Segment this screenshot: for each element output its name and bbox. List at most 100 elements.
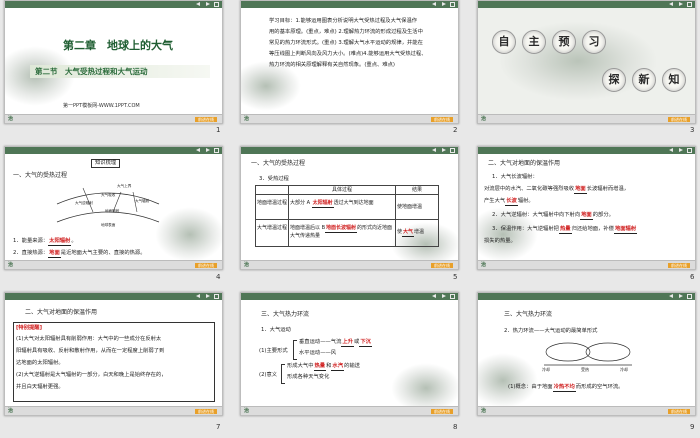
slide-top-bar — [5, 293, 222, 300]
logo-text: 治 — [244, 408, 250, 414]
answer-text: 太阳辐射 — [48, 238, 72, 246]
circle-char: 主 — [522, 30, 546, 54]
footer-badge: 前进在线 — [195, 117, 217, 122]
slide-number: 3 — [690, 126, 695, 134]
energy-source-line: 1．能量来源：太阳辐射。 — [13, 237, 77, 246]
text-line: 损失的热量。 — [484, 238, 516, 244]
footer-badge: 前进在线 — [195, 263, 217, 268]
energy-source-suffix: 。 — [71, 238, 77, 244]
slide-thumbnail-6[interactable]: 二、大气对地面的保温作用 1．大气长波辐射： 对流层中的水汽、二氧化碳等强烈吸收… — [477, 146, 696, 270]
slide-number: 5 — [453, 273, 458, 281]
slide-number: 8 — [453, 423, 458, 431]
slide-thumbnail-9[interactable]: 三、大气热力环流 2．热力环流——大气运动的最简单形式 冷却 受热 冷却 (1)… — [477, 292, 696, 416]
row-line: 形成大气中热量和水汽的输送 — [287, 362, 360, 371]
bracket — [293, 340, 297, 360]
slide-bottom-bar: 治 前进在线 — [478, 114, 695, 123]
slide-bottom-bar: 治 前进在线 — [241, 406, 458, 415]
text-line: 3．保温作用：大气逆辐射把热量归还给地面，补偿地面辐射 — [492, 225, 638, 234]
grid-icon — [687, 294, 692, 299]
row-label: (1)主要形式 — [259, 348, 288, 354]
diagram-label: 大气吸收 — [101, 193, 116, 197]
sub-heading: 1．大气长波辐射： — [492, 174, 538, 180]
slide-number: 9 — [690, 423, 695, 431]
slide-top-bar — [241, 1, 458, 8]
circle-char: 预 — [552, 30, 576, 54]
prev-arrow-icon — [196, 148, 200, 152]
slide-thumbnail-5[interactable]: 一、大气的受热过程 3．受热过程 具体过程 结果 地面增温过程 大部分 A 太阳… — [240, 146, 459, 270]
tip-line: 达地面的太阳辐射。 — [16, 360, 64, 366]
text-segment: 产生大气 — [484, 198, 506, 204]
tip-line: (2)大气逆辐射是大气辐射的一部分，白天和晚上是始终存在的， — [16, 372, 167, 378]
section-heading: 二、大气对地面的保温作用 — [25, 309, 98, 316]
section-heading: 一、大气的受热过程 — [13, 172, 68, 179]
answer-text: 热量 — [313, 363, 327, 371]
slide-thumbnail-8[interactable]: 三、大气热力环流 1．大气运动 (1)主要形式 垂直运动——气流上升或下沉 水平… — [240, 292, 459, 416]
grid-icon — [214, 2, 219, 7]
text-segment: 而形成的空气环流。 — [575, 384, 624, 390]
logo-text: 治 — [481, 262, 487, 268]
sub-heading: 2．热力环流——大气运动的最简单形式 — [504, 328, 598, 334]
answer-text: 热量 — [558, 226, 572, 234]
next-arrow-icon — [679, 2, 683, 6]
answer-text: 地面 — [48, 250, 61, 258]
slide-bottom-bar: 治 前进在线 — [478, 260, 695, 269]
text-segment: 辐射。 — [517, 198, 534, 204]
slide-thumbnail-2[interactable]: 学习目标：1.能够运用图表分析说明大气受热过程及大气保温作 用的基本原理。(重点… — [240, 0, 459, 124]
next-arrow-icon — [206, 2, 210, 6]
objective-line: 学习目标：1.能够运用图表分析说明大气受热过程及大气保温作 — [269, 18, 418, 24]
logo-text: 治 — [8, 408, 14, 414]
text-segment: 对流层中的水汽、二氧化碳等强烈吸收 — [484, 186, 575, 192]
grid-icon — [214, 294, 219, 299]
text-segment: 形成大气中 — [287, 363, 314, 369]
prev-arrow-icon — [196, 2, 200, 6]
direct-heat-suffix: 是近地面大气主要的、直接的热源。 — [60, 250, 146, 256]
slide-thumbnail-1[interactable]: 第二章 地球上的大气 第二节 大气受热过程和大气运动 第一PPT模板网-WWW.… — [4, 0, 223, 124]
slide-thumbnail-7[interactable]: 二、大气对地面的保温作用 [特别提醒] (1)大气对太阳辐射具有削弱作用：大气中… — [4, 292, 223, 416]
circle-char: 新 — [632, 68, 656, 92]
process-text: 大部分 A — [290, 200, 311, 206]
energy-source-label: 1．能量来源： — [13, 238, 49, 244]
row-label: (2)意义 — [259, 372, 278, 378]
grid-icon — [450, 148, 455, 153]
slide-thumbnail-4[interactable]: 知识梳理 一、大气的受热过程 大气上界 大气吸收 大气逆辐射 大气辐射 地面辐射… — [4, 146, 223, 270]
section-heading: 三、大气热力环流 — [504, 311, 553, 318]
slide-number: 7 — [216, 423, 221, 431]
text-line: 2．大气逆辐射：大气辐射中向下射向地面的部分。 — [492, 211, 614, 220]
ink-wash-decoration — [498, 21, 658, 101]
slide-bottom-bar: 治 前进在线 — [241, 260, 458, 269]
sub-heading: 1．大气运动 — [261, 327, 291, 333]
answer-text: 长波 — [505, 198, 518, 206]
answer-text: 上升 — [341, 339, 354, 347]
slide-top-bar — [5, 147, 222, 154]
text-segment: 的部分。 — [592, 212, 614, 218]
text-segment: 归还给地面，补偿 — [571, 226, 614, 232]
footer-badge: 前进在线 — [431, 409, 453, 414]
next-arrow-icon — [679, 294, 683, 298]
grid-icon — [214, 148, 219, 153]
diagram-label: 冷却 — [542, 367, 550, 372]
next-arrow-icon — [442, 148, 446, 152]
prev-arrow-icon — [669, 294, 673, 298]
answer-text: 地面辐射 — [613, 226, 638, 234]
tip-title: [特别提醒] — [16, 325, 43, 331]
next-arrow-icon — [679, 148, 683, 152]
slide-bottom-bar: 治 前进在线 — [241, 114, 458, 123]
slide-thumbnail-3[interactable]: 自 主 预 习 探 新 知 治 前进在线 — [477, 0, 696, 124]
table-cell: 大气增温过程 — [255, 219, 289, 247]
concept-line: (1)概念：由于地面冷热不均而形成的空气环流。 — [508, 383, 623, 392]
tip-line: 并且白天辐射更强。 — [16, 384, 64, 390]
prev-arrow-icon — [432, 294, 436, 298]
footer-badge: 前进在线 — [668, 117, 690, 122]
prev-arrow-icon — [432, 148, 436, 152]
tip-line: (1)大气对太阳辐射具有削弱作用：大气中的一些成分在反射太 — [16, 336, 162, 342]
process-text: 透过大气到达地面 — [333, 200, 374, 206]
footer-badge: 前进在线 — [431, 263, 453, 268]
circle-char: 习 — [582, 30, 606, 54]
slide-bottom-bar: 治 前进在线 — [478, 406, 695, 415]
text-segment: 2．大气逆辐射：大气辐射中向下射向 — [492, 212, 581, 218]
diagram-label: 受热 — [581, 367, 589, 372]
chapter-title: 第二章 地球上的大气 — [63, 39, 173, 52]
prev-arrow-icon — [669, 148, 673, 152]
slide-top-bar — [478, 147, 695, 154]
grid-icon — [687, 2, 692, 7]
